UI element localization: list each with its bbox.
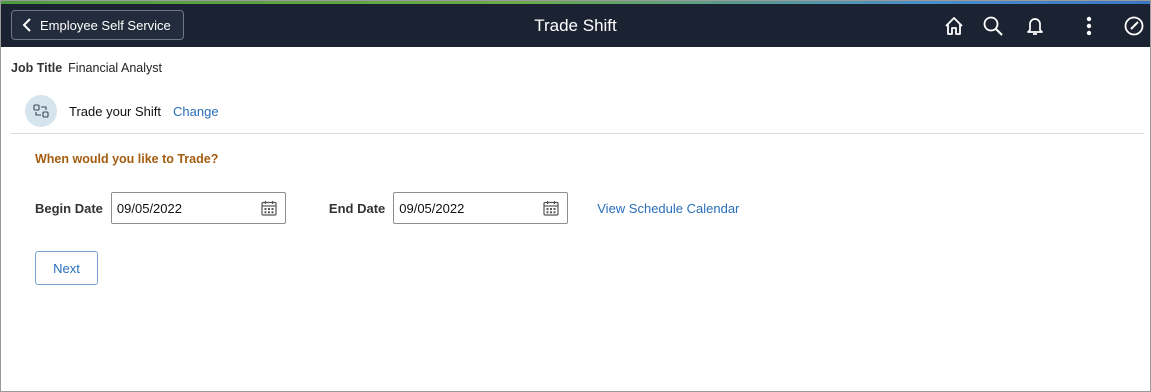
change-link[interactable]: Change xyxy=(173,104,219,119)
section-divider xyxy=(11,133,1144,134)
begin-date-field xyxy=(110,192,286,224)
view-schedule-calendar-link[interactable]: View Schedule Calendar xyxy=(597,201,739,216)
end-date-input[interactable] xyxy=(394,194,530,222)
page-frame: Employee Self Service Trade Shift Job Ti… xyxy=(0,0,1151,392)
back-button[interactable]: Employee Self Service xyxy=(11,10,184,40)
begin-date-label: Begin Date xyxy=(35,200,103,216)
trade-shift-icon xyxy=(25,95,57,127)
home-icon[interactable] xyxy=(941,13,967,39)
next-button[interactable]: Next xyxy=(35,251,98,285)
trade-shift-label: Trade your Shift xyxy=(69,103,162,119)
calendar-icon[interactable] xyxy=(543,200,559,216)
back-button-label: Employee Self Service xyxy=(40,17,171,33)
job-title-row: Job Title Financial Analyst xyxy=(11,61,162,75)
top-banner: Employee Self Service Trade Shift xyxy=(1,4,1150,47)
bell-icon[interactable] xyxy=(1022,13,1048,39)
trade-question-heading: When would you like to Trade? xyxy=(35,152,219,166)
job-title-label: Job Title xyxy=(11,61,63,75)
date-range-row: Begin Date End Date xyxy=(35,192,739,224)
navigator-compass-icon[interactable] xyxy=(1121,13,1147,39)
end-date-field xyxy=(393,192,569,224)
search-icon[interactable] xyxy=(980,13,1006,39)
job-title-value: Financial Analyst xyxy=(68,61,162,75)
more-vertical-icon[interactable] xyxy=(1076,13,1102,39)
begin-date-input[interactable] xyxy=(111,194,247,222)
trade-shift-row: Trade your Shift Change xyxy=(25,95,219,127)
end-date-label: End Date xyxy=(328,200,386,216)
chevron-left-icon xyxy=(22,18,32,32)
calendar-icon[interactable] xyxy=(261,200,277,216)
